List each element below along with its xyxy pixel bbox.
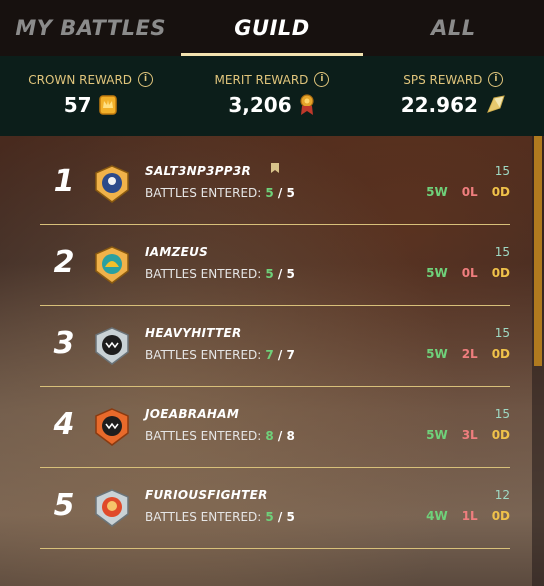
tab-all[interactable]: ALL — [363, 0, 544, 56]
wins-count: 4W — [426, 509, 448, 523]
wins-count: 5W — [426, 266, 448, 280]
rank-number: 4 — [53, 407, 75, 442]
merit-reward-value: 3,206 — [228, 93, 292, 117]
score-value: 15 — [494, 326, 510, 340]
battles-entered-count: 7 — [265, 348, 274, 362]
avatar — [95, 246, 129, 284]
avatar — [95, 408, 129, 446]
battles-entered-label: BATTLES ENTERED: — [145, 429, 262, 443]
avatar — [95, 165, 129, 203]
tab-guild[interactable]: GUILD — [181, 0, 363, 56]
losses-count: 0L — [461, 185, 478, 199]
losses-count: 0L — [461, 266, 478, 280]
rank-number: 5 — [53, 488, 75, 523]
sps-reward-value: 22.962 — [400, 93, 478, 117]
battles-entered-count: 5 — [265, 267, 274, 281]
player-name[interactable]: SALT3NP3PP3R — [145, 164, 251, 178]
score-value: 15 — [494, 245, 510, 259]
battles-entered-total: 5 — [286, 510, 295, 524]
crown-token-icon — [98, 95, 117, 115]
merit-medal-icon — [300, 94, 314, 115]
draws-count: 0D — [491, 347, 510, 361]
sps-reward-title: SPS REWARD — [403, 72, 483, 87]
wins-count: 5W — [426, 347, 448, 361]
player-name[interactable]: FURIOUSFIGHTER — [145, 488, 268, 502]
losses-count: 2L — [461, 347, 478, 361]
merit-reward: MERIT REWARD i 3,206 — [181, 56, 362, 136]
scrollbar[interactable] — [532, 136, 544, 586]
battles-entered-total: 5 — [286, 186, 295, 200]
player-name[interactable]: JOEABRAHAM — [145, 407, 239, 421]
battles-entered-label: BATTLES ENTERED: — [145, 510, 262, 524]
rewards-bar: CROWN REWARD i 57 MERIT REWARD i 3,206 S… — [0, 56, 544, 136]
draws-count: 0D — [491, 509, 510, 523]
battles-entered-total: 8 — [286, 429, 295, 443]
leaderboard-row[interactable]: 2 IAMZEUS BATTLES ENTERED: 5 / 5 15 5W 0L… — [40, 225, 510, 306]
score-value: 15 — [494, 407, 510, 421]
player-name[interactable]: HEAVYHITTER — [145, 326, 242, 340]
crown-reward-value: 57 — [63, 93, 92, 117]
battles-entered-count: 5 — [265, 510, 274, 524]
info-icon[interactable]: i — [138, 72, 154, 87]
merit-reward-title: MERIT REWARD — [214, 72, 309, 87]
guild-leaderboard-list: 1 SALT3NP3PP3R BATTLES ENTERED: 5 / 5 15 … — [40, 144, 510, 549]
battles-entered-label: BATTLES ENTERED: — [145, 267, 262, 281]
player-name[interactable]: IAMZEUS — [145, 245, 208, 259]
losses-count: 1L — [461, 509, 478, 523]
leaderboard-panel: MY BATTLES GUILD ALL CROWN REWARD i 57 M… — [0, 0, 544, 586]
battles-entered-count: 8 — [265, 429, 274, 443]
draws-count: 0D — [491, 185, 510, 199]
battles-entered-label: BATTLES ENTERED: — [145, 348, 262, 362]
tab-bar: MY BATTLES GUILD ALL — [0, 0, 544, 56]
sps-reward: SPS REWARD i 22.962 — [363, 56, 544, 136]
battles-entered-total: 7 — [286, 348, 295, 362]
score-value: 15 — [494, 164, 510, 178]
scrollbar-thumb[interactable] — [534, 136, 542, 366]
crown-reward-title: CROWN REWARD — [28, 72, 133, 87]
avatar — [95, 327, 129, 365]
score-value: 12 — [494, 488, 510, 502]
leaderboard-row[interactable]: 5 FURIOUSFIGHTER BATTLES ENTERED: 5 / 5 1… — [40, 468, 510, 549]
losses-count: 3L — [461, 428, 478, 442]
info-icon[interactable]: i — [314, 72, 330, 87]
battles-entered-total: 5 — [286, 267, 295, 281]
tab-my-battles[interactable]: MY BATTLES — [0, 0, 181, 56]
draws-count: 0D — [491, 428, 510, 442]
sps-crystal-icon — [487, 95, 505, 113]
leaderboard-row[interactable]: 4 JOEABRAHAM BATTLES ENTERED: 8 / 8 15 5W… — [40, 387, 510, 468]
battles-entered-count: 5 — [265, 186, 274, 200]
crown-reward: CROWN REWARD i 57 — [0, 56, 181, 136]
battles-entered-label: BATTLES ENTERED: — [145, 186, 262, 200]
wins-count: 5W — [426, 428, 448, 442]
leaderboard-row[interactable]: 3 HEAVYHITTER BATTLES ENTERED: 7 / 7 15 5… — [40, 306, 510, 387]
avatar — [95, 489, 129, 527]
bookmark-icon[interactable] — [270, 162, 280, 174]
rank-number: 2 — [53, 245, 75, 280]
wins-count: 5W — [426, 185, 448, 199]
info-icon[interactable]: i — [488, 72, 504, 87]
leaderboard-row[interactable]: 1 SALT3NP3PP3R BATTLES ENTERED: 5 / 5 15 … — [40, 144, 510, 225]
draws-count: 0D — [491, 266, 510, 280]
rank-number: 1 — [53, 164, 75, 199]
rank-number: 3 — [53, 326, 75, 361]
